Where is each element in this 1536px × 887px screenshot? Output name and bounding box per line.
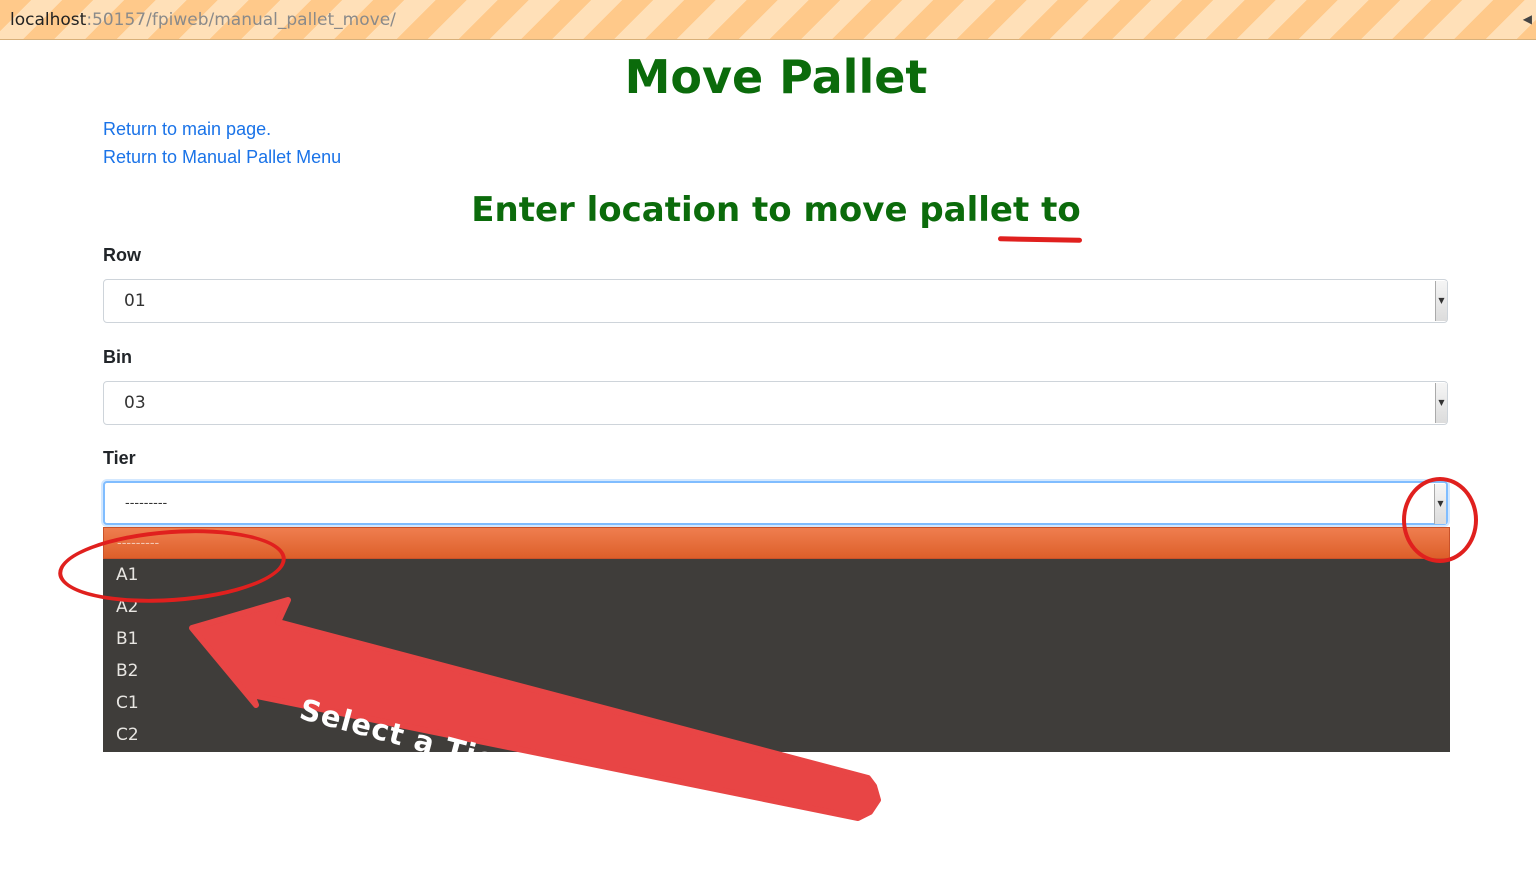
annotation-arrow — [189, 597, 881, 821]
